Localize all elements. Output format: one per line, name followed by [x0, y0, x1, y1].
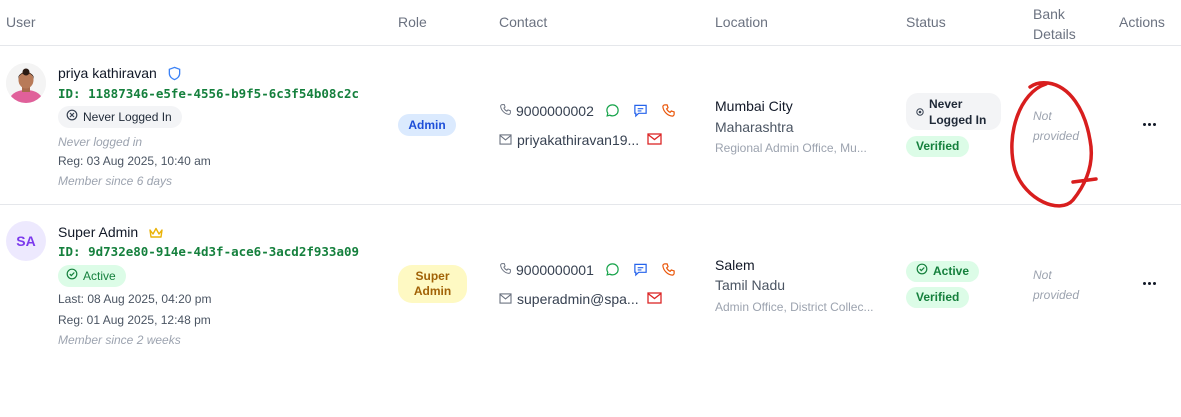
- phone-text: 9000000002: [516, 103, 594, 119]
- more-icon: [1142, 281, 1146, 285]
- more-actions-button[interactable]: [1140, 274, 1158, 292]
- verified-text: Verified: [916, 139, 960, 153]
- location-city: Mumbai City: [715, 98, 793, 114]
- status-badge: Never Logged In: [906, 93, 1001, 130]
- verified-text: Verified: [916, 290, 960, 304]
- crown-icon: [148, 226, 164, 243]
- more-icon-dot: [1152, 281, 1156, 285]
- location-city: Salem: [715, 257, 755, 273]
- bank-line1: Not: [1033, 109, 1052, 123]
- email-text: priyakathiravan19...: [517, 132, 640, 148]
- user-name-text: priya kathiravan: [58, 65, 157, 81]
- email-text: superadmin@spa...: [517, 291, 639, 307]
- user-id: ID: 11887346-e5fe-4556-b9f5-6c3f54b08c2c: [58, 86, 360, 101]
- phone-number: 9000000002: [499, 103, 594, 119]
- contact-actions: [605, 262, 676, 282]
- bank-details: Not provided: [1033, 265, 1079, 305]
- phone-text: 9000000001: [516, 262, 594, 278]
- bank-line2: provided: [1033, 288, 1080, 302]
- header-bank-details[interactable]: Bank Details: [1033, 4, 1093, 44]
- bank-details: Not provided: [1033, 106, 1079, 146]
- mail-icon: [499, 291, 512, 307]
- call-icon[interactable]: [661, 103, 676, 123]
- table-row: SA Super Admin ID: 9d732e80-914e-4d3f-ac…: [0, 205, 1181, 365]
- whatsapp-icon[interactable]: [605, 103, 620, 123]
- registered-date: Reg: 03 Aug 2025, 10:40 am: [58, 154, 211, 168]
- location-state: Tamil Nadu: [715, 277, 786, 293]
- login-status-text: Active: [83, 269, 116, 283]
- header-bank-line1: Bank: [1033, 6, 1065, 22]
- verified-badge: Verified: [906, 287, 970, 308]
- more-icon-dot: [1147, 281, 1151, 285]
- header-bank-line2: Details: [1033, 26, 1076, 42]
- table-row: priya kathiravan ID: 11887346-e5fe-4556-…: [0, 46, 1181, 205]
- phone-icon: [499, 103, 512, 119]
- mail-icon: [499, 132, 512, 148]
- status-line2: Logged In: [929, 113, 987, 127]
- header-location[interactable]: Location: [715, 14, 768, 30]
- more-icon: [1142, 122, 1146, 126]
- location-office: Admin Office, District Collec...: [715, 300, 874, 314]
- header-actions[interactable]: Actions: [1119, 14, 1165, 30]
- call-icon[interactable]: [661, 262, 676, 282]
- role-badge: Admin: [398, 114, 456, 136]
- status-text: Active: [933, 264, 970, 278]
- status-badge: Active: [906, 261, 980, 282]
- whatsapp-icon[interactable]: [605, 262, 620, 282]
- header-role[interactable]: Role: [398, 14, 427, 30]
- bank-line2: provided: [1033, 129, 1080, 143]
- user-id: ID: 9d732e80-914e-4d3f-ace6-3acd2f933a09: [58, 244, 360, 259]
- header-user[interactable]: User: [6, 14, 36, 30]
- email-address: priyakathiravan19...: [499, 132, 639, 148]
- bank-line1: Not: [1033, 268, 1052, 282]
- phone-number: 9000000001: [499, 262, 594, 278]
- table-header: User Role Contact Location Status Bank De…: [0, 0, 1181, 46]
- status-line1: Never: [929, 97, 963, 111]
- login-status-badge: Active: [58, 265, 126, 287]
- user-name-text: Super Admin: [58, 224, 139, 240]
- phone-icon: [499, 262, 512, 278]
- message-icon[interactable]: [633, 262, 648, 282]
- message-icon[interactable]: [633, 103, 648, 123]
- location-state: Maharashtra: [715, 119, 794, 135]
- avatar: [6, 63, 46, 103]
- circle-x-icon: [66, 106, 78, 128]
- role-badge: Super Admin: [398, 265, 467, 303]
- avatar: SA: [6, 221, 46, 261]
- login-status-text: Never Logged In: [83, 110, 172, 124]
- send-email-icon[interactable]: [647, 132, 662, 150]
- registered-date: Reg: 01 Aug 2025, 12:48 pm: [58, 313, 211, 327]
- shield-icon: [167, 66, 182, 84]
- member-since: Member since 2 weeks: [58, 333, 181, 347]
- check-circle-icon: [66, 265, 78, 287]
- header-contact[interactable]: Contact: [499, 14, 547, 30]
- users-table: User Role Contact Location Status Bank De…: [0, 0, 1181, 417]
- more-icon-dot: [1147, 122, 1151, 126]
- user-name[interactable]: priya kathiravan: [58, 65, 182, 84]
- login-status-badge: Never Logged In: [58, 106, 182, 128]
- member-since: Member since 6 days: [58, 174, 173, 188]
- more-icon-dot: [1152, 122, 1156, 126]
- role-line2: Admin: [413, 284, 452, 298]
- send-email-icon[interactable]: [647, 291, 662, 309]
- check-circle-icon: [916, 261, 928, 282]
- contact-actions: [605, 103, 676, 123]
- last-login: Last: 08 Aug 2025, 04:20 pm: [58, 292, 212, 306]
- header-status[interactable]: Status: [906, 14, 946, 30]
- role-line1: Super: [415, 269, 450, 283]
- user-name[interactable]: Super Admin: [58, 224, 164, 243]
- more-actions-button[interactable]: [1140, 115, 1158, 133]
- verified-badge: Verified: [906, 136, 970, 157]
- last-login: Never logged in: [58, 135, 143, 149]
- location-office: Regional Admin Office, Mu...: [715, 141, 867, 155]
- email-address: superadmin@spa...: [499, 291, 639, 307]
- dot-icon: [916, 104, 924, 120]
